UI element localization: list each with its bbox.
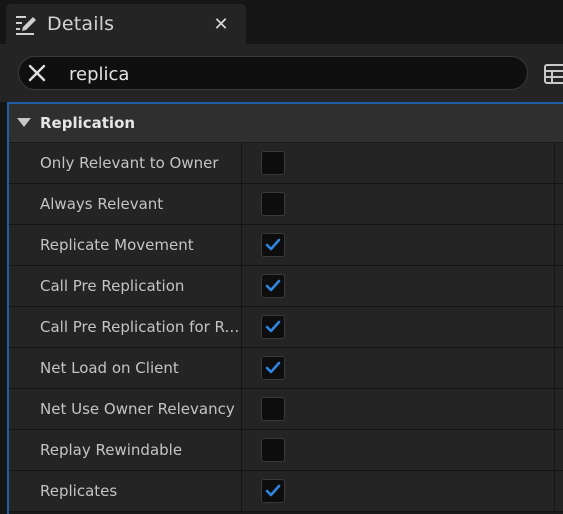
checkmark-icon — [265, 279, 281, 292]
property-label: Always Relevant — [40, 195, 164, 213]
property-checkbox[interactable] — [261, 192, 285, 216]
property-row: Replicate Movement — [9, 225, 563, 266]
property-label: Net Load on Client — [40, 359, 179, 377]
property-label: Call Pre Replication — [40, 277, 185, 295]
category-label: Replication — [40, 114, 136, 132]
property-row: Always Relevant — [9, 184, 563, 225]
property-row: Call Pre Replication — [9, 266, 563, 307]
property-label: Only Relevant to Owner — [40, 154, 219, 172]
column-splitter[interactable] — [241, 225, 242, 265]
search-row — [0, 44, 563, 102]
close-icon[interactable]: ✕ — [211, 14, 231, 35]
tab-title: Details — [47, 13, 115, 35]
property-label: Net Use Owner Relevancy — [40, 400, 235, 418]
clear-search-icon[interactable] — [27, 63, 47, 83]
checkmark-icon — [265, 361, 281, 374]
tab-details[interactable]: Details ✕ — [6, 4, 246, 44]
column-splitter[interactable] — [241, 348, 242, 388]
category-replication[interactable]: Replication — [9, 104, 563, 142]
property-checkbox[interactable] — [261, 274, 285, 298]
column-splitter[interactable] — [241, 184, 242, 224]
row-divider — [554, 471, 555, 511]
row-divider — [554, 225, 555, 265]
property-label: Replicates — [40, 482, 118, 500]
column-splitter[interactable] — [241, 430, 242, 470]
details-panel: Replication Only Relevant to Owner Alway… — [7, 102, 563, 514]
property-row: Net Use Owner Relevancy — [9, 389, 563, 430]
row-divider — [554, 307, 555, 347]
column-splitter[interactable] — [241, 471, 242, 511]
property-list: Only Relevant to Owner Always Relevant R… — [9, 143, 563, 512]
tab-bar: Details ✕ — [0, 0, 563, 44]
property-checkbox[interactable] — [261, 151, 285, 175]
checkmark-icon — [265, 238, 281, 251]
property-checkbox[interactable] — [261, 356, 285, 380]
property-row: Net Load on Client — [9, 348, 563, 389]
checkmark-icon — [265, 320, 281, 333]
checkmark-icon — [265, 484, 281, 497]
column-splitter[interactable] — [241, 307, 242, 347]
row-divider — [554, 184, 555, 224]
row-divider — [554, 389, 555, 429]
column-splitter[interactable] — [241, 389, 242, 429]
details-window: Details ✕ Replication Only Relevant to O… — [0, 0, 563, 514]
property-checkbox[interactable] — [261, 438, 285, 462]
property-label: Call Pre Replication for Re... — [40, 318, 240, 336]
property-row: Replay Rewindable — [9, 430, 563, 471]
property-checkbox[interactable] — [261, 233, 285, 257]
property-checkbox[interactable] — [261, 397, 285, 421]
row-divider — [554, 430, 555, 470]
row-divider — [554, 348, 555, 388]
table-view-icon[interactable] — [544, 64, 563, 84]
property-row: Call Pre Replication for Re... — [9, 307, 563, 348]
search-input[interactable] — [67, 60, 511, 88]
expand-arrow-icon[interactable] — [17, 118, 31, 127]
details-pencil-icon — [16, 16, 36, 35]
search-box[interactable] — [18, 56, 528, 90]
column-splitter[interactable] — [241, 143, 242, 183]
property-row: Only Relevant to Owner — [9, 143, 563, 184]
property-checkbox[interactable] — [261, 315, 285, 339]
property-label: Replay Rewindable — [40, 441, 183, 459]
property-label: Replicate Movement — [40, 236, 194, 254]
row-divider — [554, 266, 555, 306]
row-divider — [554, 143, 555, 183]
property-row: Replicates — [9, 471, 563, 512]
column-splitter[interactable] — [241, 266, 242, 306]
property-checkbox[interactable] — [261, 479, 285, 503]
